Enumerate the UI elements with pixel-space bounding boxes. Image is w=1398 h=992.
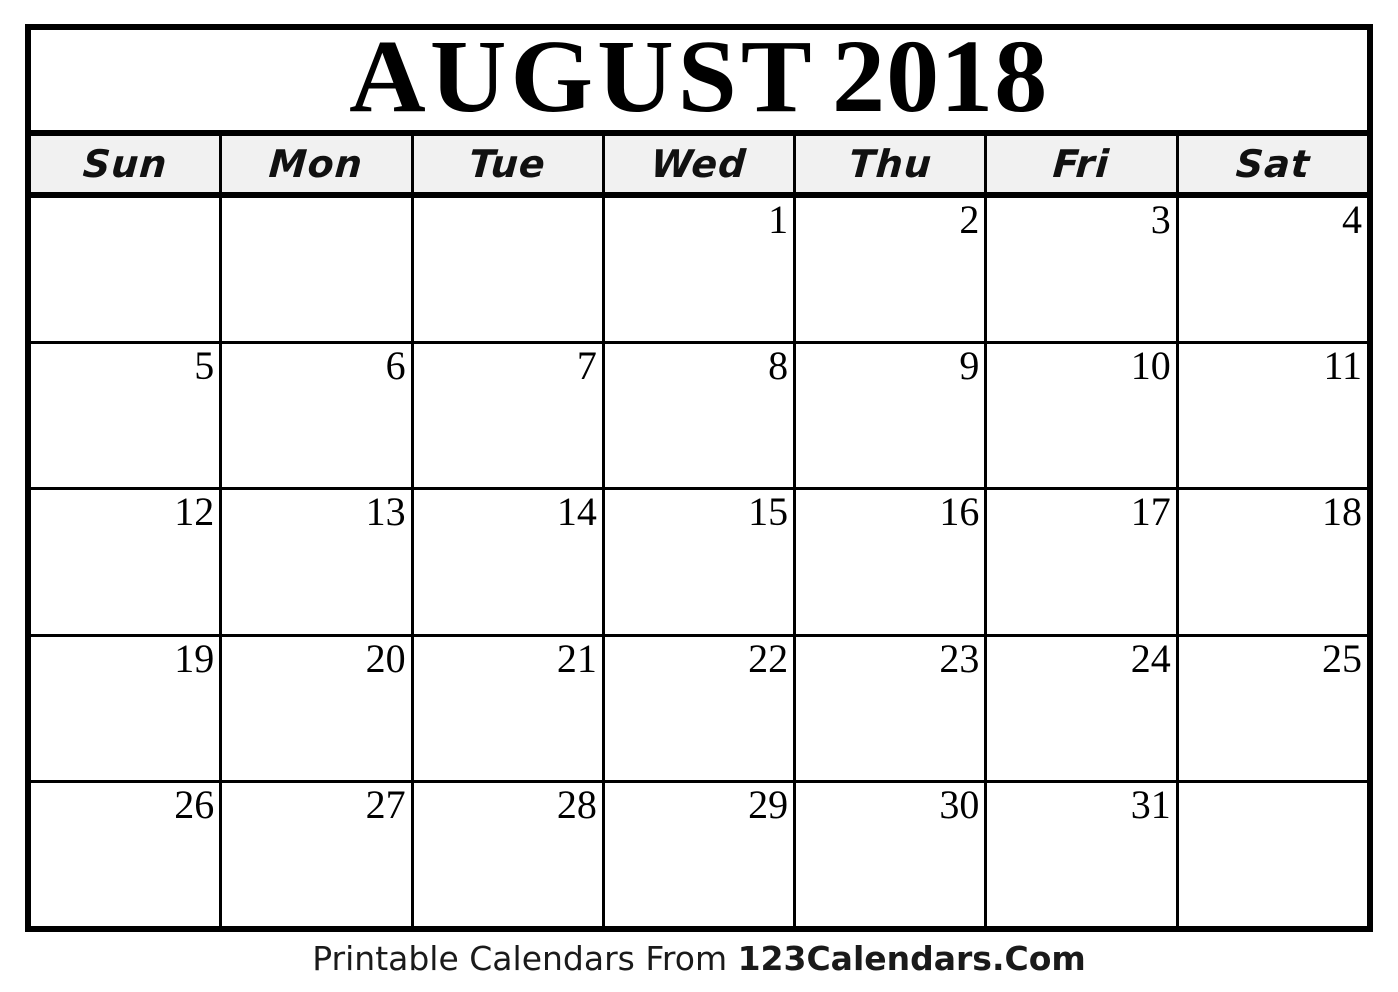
weekday-header-fri: Fri [987,136,1179,192]
day-number: 19 [174,636,215,681]
day-cell[interactable]: 24 [987,636,1179,780]
calendar-page: AUGUST2018 Sun Mon Tue Wed Thu Fri Sat [0,0,1398,992]
day-number: 22 [748,636,789,681]
day-number: 8 [768,344,789,389]
footer-prefix-text: Printable Calendars From [312,939,738,978]
week-row: 19 20 21 22 23 24 25 [31,636,1367,783]
day-cell[interactable]: 13 [222,490,414,634]
calendar-title-band: AUGUST 2018 [31,30,1367,136]
day-cell[interactable]: 19 [31,636,223,780]
day-number: 5 [194,344,215,389]
day-cell[interactable]: 11 [1178,344,1367,488]
day-number: 20 [365,636,406,681]
day-cell[interactable]: 12 [31,490,223,634]
day-number: 12 [174,490,215,535]
calendar-frame: AUGUST2018 Sun Mon Tue Wed Thu Fri Sat [25,24,1373,932]
footer-brand-link[interactable]: 123Calendars.Com [738,939,1086,978]
day-cell[interactable]: 29 [604,782,797,927]
day-cell[interactable]: 23 [796,636,988,780]
day-number: 6 [385,344,406,389]
day-cell[interactable]: 9 [796,344,988,488]
day-cell[interactable]: 1 [604,198,797,342]
weekday-label: Wed [649,142,749,186]
week-row: 5 6 7 8 9 10 11 [31,344,1367,491]
title-month: AUGUST [349,30,816,134]
day-number: 30 [939,782,980,827]
weekday-header-sat: Sat [1178,136,1367,192]
day-cell[interactable] [1178,782,1367,927]
weekday-header-thu: Thu [796,136,988,192]
day-cell[interactable]: 2 [796,198,988,342]
day-cell[interactable]: 15 [604,490,797,634]
weekday-label: Sun [81,142,169,186]
day-cell[interactable]: 14 [413,490,605,634]
day-number: 24 [1130,636,1171,681]
weekday-header-tue: Tue [413,136,605,192]
page-title: AUGUST 2018 [349,30,1049,134]
day-cell[interactable]: 26 [31,782,223,927]
day-number: 26 [174,782,215,827]
day-number: 18 [1321,490,1362,535]
day-number: 17 [1130,490,1171,535]
day-number: 13 [365,490,406,535]
day-number: 15 [748,490,789,535]
day-cell[interactable]: 5 [31,344,223,488]
day-number: 27 [365,782,406,827]
footer-attribution: Printable Calendars From 123Calendars.Co… [0,936,1398,982]
day-cell[interactable]: 10 [987,344,1179,488]
weekday-header-wed: Wed [604,136,797,192]
day-cell[interactable]: 3 [987,198,1179,342]
day-number: 25 [1321,636,1362,681]
day-number: 10 [1130,344,1171,389]
day-number: 7 [576,344,597,389]
day-cell[interactable]: 25 [1178,636,1367,780]
weekday-label: Mon [267,142,365,186]
day-number: 29 [748,782,789,827]
day-cell[interactable]: 16 [796,490,988,634]
day-cell[interactable]: 28 [413,782,605,927]
day-number: 16 [939,490,980,535]
day-cell[interactable]: 4 [1178,198,1367,342]
day-cell[interactable]: 27 [222,782,414,927]
day-cell[interactable]: 18 [1178,490,1367,634]
day-cell[interactable]: 8 [604,344,797,488]
day-cell[interactable]: 21 [413,636,605,780]
weekday-label: Thu [847,142,934,186]
day-cell[interactable]: 6 [222,344,414,488]
day-cell[interactable]: 31 [987,782,1179,927]
day-cell[interactable]: 17 [987,490,1179,634]
weekday-label: Sat [1234,142,1312,186]
weekday-header-mon: Mon [222,136,414,192]
day-number: 9 [959,344,980,389]
weekday-header-row: Sun Mon Tue Wed Thu Fri Sat [31,136,1367,198]
day-number: 23 [939,636,980,681]
day-cell[interactable] [413,198,605,342]
day-number: 4 [1341,198,1362,242]
title-year: 2018 [832,30,1049,134]
day-cell[interactable] [31,198,223,342]
day-number: 21 [556,636,597,681]
day-cell[interactable]: 20 [222,636,414,780]
day-number: 1 [768,198,789,242]
calendar-grid: 1 2 3 4 5 6 7 8 9 10 11 12 13 14 15 16 1… [31,198,1367,927]
week-row: 12 13 14 15 16 17 18 [31,490,1367,637]
day-cell[interactable]: 7 [413,344,605,488]
weekday-label: Fri [1051,142,1112,186]
weekday-header-sun: Sun [31,136,223,192]
week-row: 1 2 3 4 [31,198,1367,345]
day-number: 11 [1323,344,1362,389]
week-row: 26 27 28 29 30 31 [31,782,1367,927]
day-number: 14 [556,490,597,535]
day-number: 31 [1130,782,1171,827]
day-number: 3 [1150,198,1171,242]
weekday-label: Tue [467,142,548,186]
day-cell[interactable] [222,198,414,342]
day-cell[interactable]: 30 [796,782,988,927]
day-cell[interactable]: 22 [604,636,797,780]
day-number: 2 [959,198,980,242]
day-number: 28 [556,782,597,827]
